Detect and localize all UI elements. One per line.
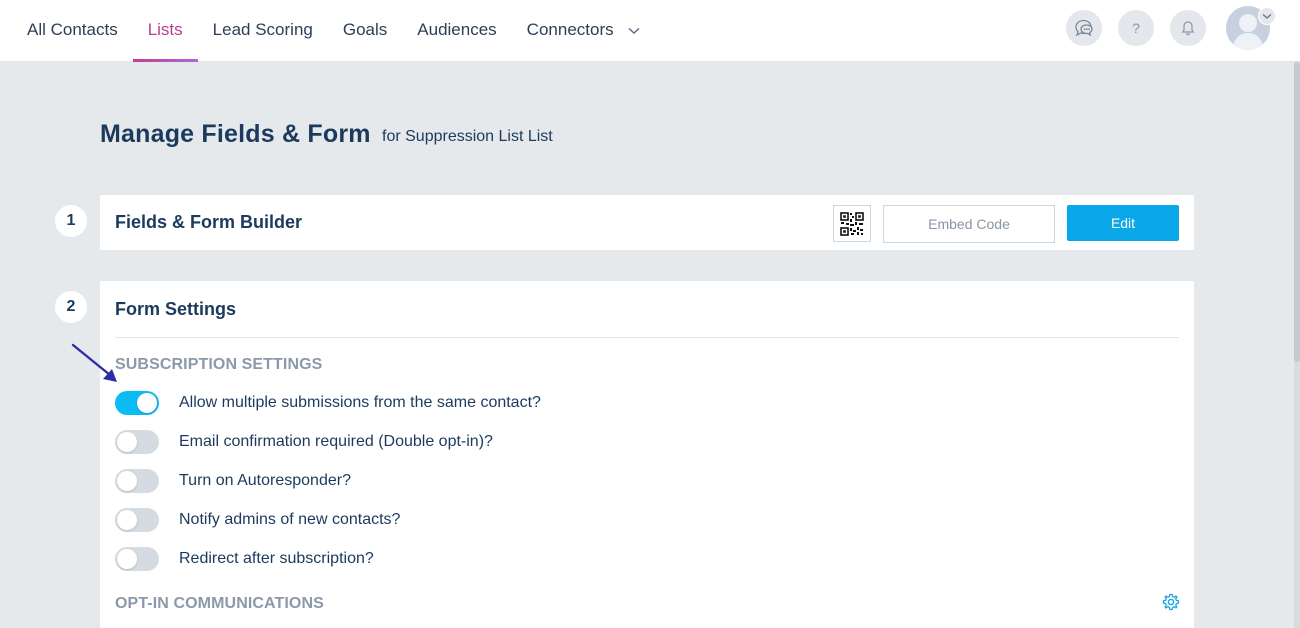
autoresponder-label: Turn on Autoresponder? [179, 472, 351, 489]
double-opt-in-label: Email confirmation required (Double opt-… [179, 433, 493, 450]
multiple-submissions-label: Allow multiple submissions from the same… [179, 394, 541, 411]
toggle-row-autoresponder: Turn on Autoresponder? [115, 469, 351, 493]
toggle-row-notify-admins: Notify admins of new contacts? [115, 508, 400, 532]
step-number-1: 1 [55, 205, 87, 237]
help-icon: ? [1132, 20, 1140, 36]
form-settings-card: Form Settings SUBSCRIPTION SETTINGS Allo… [100, 281, 1194, 628]
user-avatar-menu[interactable] [1226, 6, 1276, 50]
page-scrollbar-thumb[interactable] [1294, 62, 1300, 362]
divider [115, 337, 1179, 338]
gear-icon[interactable] [1162, 593, 1180, 611]
chevron-down-icon [1262, 13, 1272, 19]
nav-audiences[interactable]: Audiences [402, 0, 511, 62]
notifications-button[interactable] [1170, 10, 1206, 46]
nav-connectors-label: Connectors [526, 20, 614, 39]
form-settings-title: Form Settings [115, 299, 237, 319]
help-button[interactable]: ? [1118, 10, 1154, 46]
main-nav: All Contacts Lists Lead Scoring Goals Au… [12, 0, 655, 62]
nav-connectors[interactable]: Connectors [512, 0, 656, 62]
bell-icon [1181, 21, 1195, 36]
fields-form-builder-card: Fields & Form Builder Embed Code Edit [100, 195, 1194, 250]
chat-button[interactable] [1066, 10, 1102, 46]
nav-lead-scoring[interactable]: Lead Scoring [198, 0, 328, 62]
double-opt-in-toggle[interactable] [115, 430, 159, 454]
qr-code-button[interactable] [833, 205, 871, 242]
autoresponder-toggle[interactable] [115, 469, 159, 493]
toggle-knob [117, 471, 137, 491]
top-navigation-bar: All Contacts Lists Lead Scoring Goals Au… [0, 0, 1300, 62]
toggle-row-multiple-submissions: Allow multiple submissions from the same… [115, 391, 541, 415]
toggle-row-double-opt-in: Email confirmation required (Double opt-… [115, 430, 493, 454]
embed-code-button[interactable]: Embed Code [883, 205, 1055, 243]
subscription-settings-heading: SUBSCRIPTION SETTINGS [115, 356, 323, 373]
toggle-row-redirect: Redirect after subscription? [115, 547, 374, 571]
nav-lists[interactable]: Lists [132, 0, 198, 62]
redirect-toggle[interactable] [115, 547, 159, 571]
avatar-dropdown-toggle[interactable] [1258, 7, 1276, 25]
qr-code-icon [840, 211, 864, 236]
toggle-knob [117, 549, 137, 569]
nav-all-contacts[interactable]: All Contacts [12, 0, 133, 62]
opt-in-communications-heading: OPT-IN COMMUNICATIONS [115, 595, 324, 612]
nav-goals[interactable]: Goals [328, 0, 402, 62]
fields-form-builder-title: Fields & Form Builder [115, 212, 303, 232]
step-number-2: 2 [55, 291, 87, 323]
notify-admins-label: Notify admins of new contacts? [179, 511, 401, 528]
top-right-icons: ? [1050, 6, 1276, 50]
toggle-knob [117, 432, 137, 452]
chevron-down-icon [628, 27, 640, 34]
page-title: Manage Fields & Form [100, 120, 371, 148]
toggle-knob [137, 393, 157, 413]
chat-bubbles-icon [1075, 19, 1093, 37]
page-subtitle: for Suppression List List [382, 128, 553, 145]
redirect-label: Redirect after subscription? [179, 550, 374, 567]
notify-admins-toggle[interactable] [115, 508, 159, 532]
edit-button[interactable]: Edit [1067, 205, 1179, 241]
annotation-arrow-icon [71, 343, 117, 382]
toggle-knob [117, 510, 137, 530]
multiple-submissions-toggle[interactable] [115, 391, 159, 415]
